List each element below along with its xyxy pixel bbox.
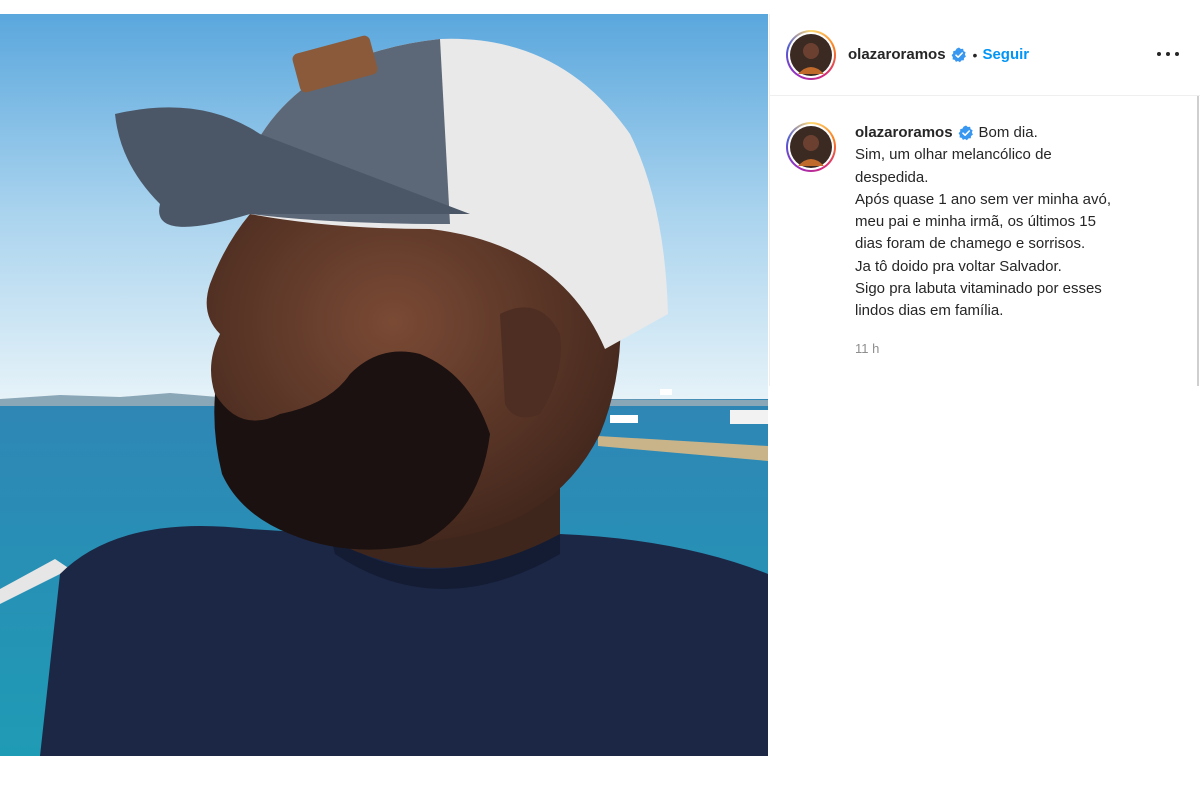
caption-username[interactable]: olazaroramos — [855, 122, 953, 144]
caption-line: despedida. — [855, 168, 929, 186]
caption-line: Após quase 1 ano sem ver minha avó, — [855, 190, 1111, 208]
post-caption: olazaroramos Bom dia. Sim, um olhar mela… — [770, 122, 1198, 360]
caption-line: lindos dias em família. — [855, 302, 1004, 320]
verified-badge-icon — [951, 47, 967, 63]
post-side-panel: olazaroramos • Seguir olazaroramos Bom d… — [769, 14, 1200, 386]
caption-line: Sigo pra labuta vitaminado por esses — [855, 280, 1102, 298]
follow-button[interactable]: Seguir — [982, 46, 1029, 63]
author-username[interactable]: olazaroramos — [848, 46, 946, 63]
author-avatar[interactable] — [786, 29, 836, 80]
caption-line: Bom dia. — [978, 124, 1038, 141]
avatar-photo-icon — [790, 33, 832, 76]
caption-text: olazaroramos Bom dia. Sim, um olhar mela… — [855, 122, 1175, 360]
avatar-photo-icon — [790, 126, 832, 168]
post-photo[interactable] — [0, 14, 768, 756]
panel-scrollbar[interactable] — [1197, 96, 1199, 386]
more-options-icon[interactable] — [1157, 44, 1179, 64]
caption-author-avatar[interactable] — [786, 122, 836, 172]
caption-line: Ja tô doido pra voltar Salvador. — [855, 257, 1062, 275]
separator-dot: • — [972, 46, 978, 63]
post-timestamp[interactable]: 11 h — [855, 338, 1175, 360]
caption-line: meu pai e minha irmã, os últimos 15 — [855, 213, 1096, 231]
caption-line: dias foram de chamego e sorrisos. — [855, 235, 1086, 253]
post-header: olazaroramos • Seguir — [770, 14, 1200, 96]
caption-line: Sim, um olhar melancólico de — [855, 146, 1052, 164]
post-photo-illustration — [0, 14, 768, 756]
verified-badge-icon — [958, 125, 974, 141]
